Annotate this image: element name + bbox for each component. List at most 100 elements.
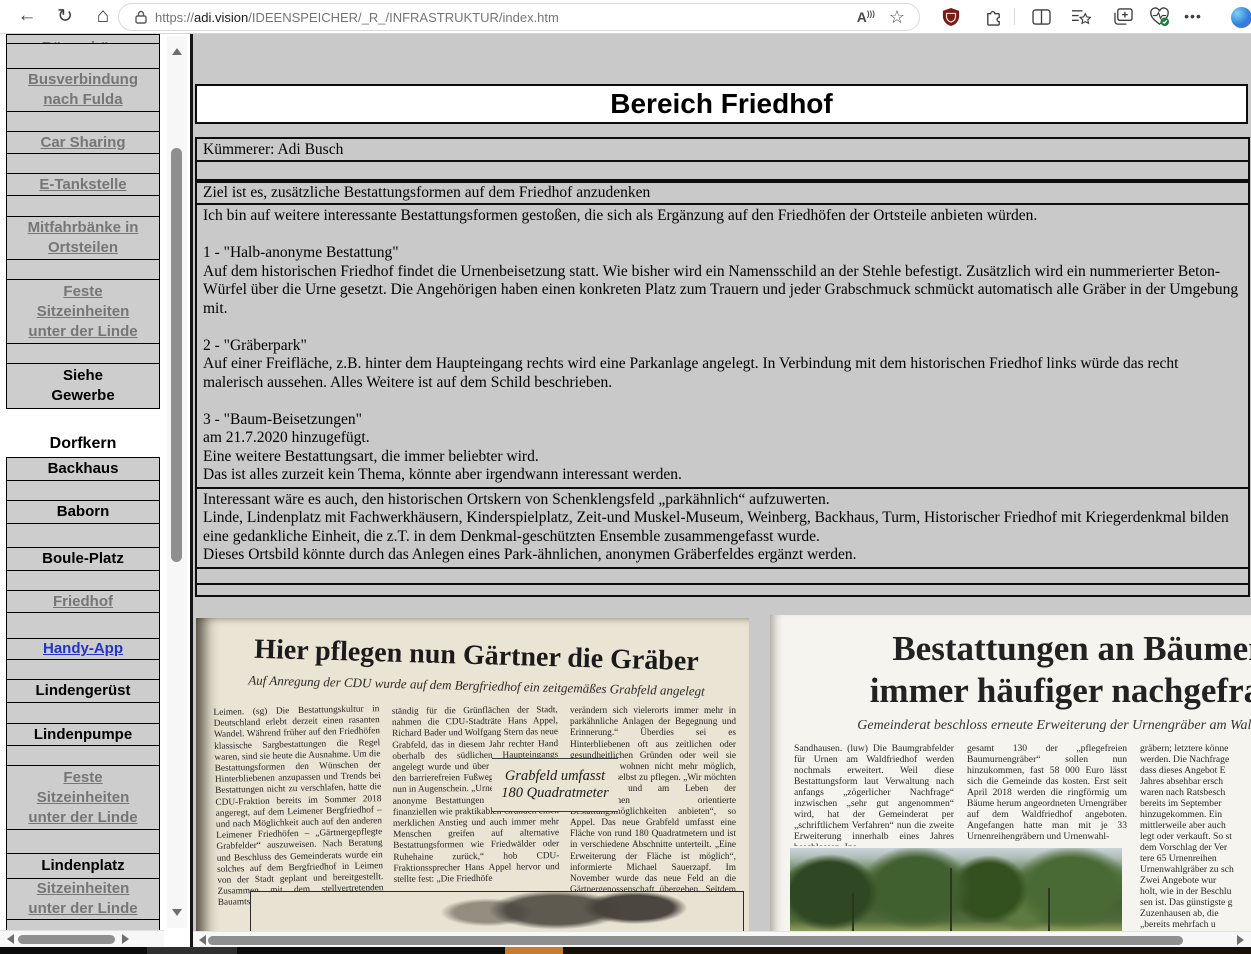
toolbar-separator — [1014, 8, 1015, 25]
scroll-right-arrow-icon[interactable] — [122, 934, 129, 944]
url-text[interactable]: https://adi.vision/IDEENSPEICHER/_R_/INF… — [155, 10, 559, 25]
sidebar-item-baborn: Baborn — [7, 501, 159, 524]
ublock-shield-icon[interactable] — [938, 4, 964, 30]
sidebar-spacer — [7, 703, 159, 724]
paragraph — [203, 226, 1242, 245]
address-bar[interactable]: https://adi.vision/IDEENSPEICHER/_R_/INF… — [118, 3, 920, 31]
body-paragraphs: Ich bin auf weitere interessante Bestatt… — [197, 205, 1248, 489]
sidebar-item-lindenplatz: Lindenplatz — [7, 854, 159, 879]
sidebar-item-buergerbuero[interactable]: Bürgerbüro — [7, 35, 159, 44]
closing-line: Interessant wäre es auch, den historisch… — [203, 491, 1242, 510]
sidebar-heading-dorfkern: Dorfkern — [6, 409, 160, 457]
newspaper-image-baumbestattung: Bestattungen an Bäumen immer häufiger na… — [770, 615, 1251, 947]
back-icon[interactable]: ← — [12, 1, 42, 31]
article1-headline: Hier pflegen nun Gärtner die Gräber — [224, 633, 730, 679]
browser-toolbar: ← ↻ ⌂ https://adi.vision/IDEENSPEICHER/_… — [0, 0, 1251, 34]
sidebar-item-feste-sitzeinheiten-2[interactable]: Feste Sitzeinheiten unter der Linde — [7, 766, 159, 830]
sidebar-spacer — [7, 830, 159, 854]
favorites-bar-icon[interactable] — [1068, 4, 1094, 30]
main-horizontal-scrollbar[interactable] — [193, 931, 1251, 947]
empty-row — [197, 585, 1248, 595]
taskbar-segment — [563, 947, 1251, 954]
sidebar-item-friedhof[interactable]: Friedhof — [7, 591, 159, 613]
paragraph: 3 - "Baum-Beisetzungen" — [203, 411, 1242, 430]
sidebar-item-lindengeruest: Lindengerüst — [7, 680, 159, 703]
closing-line: Linde, Lindenplatz mit Fachwerkhäusern, … — [203, 509, 1242, 546]
sidebar-item-handy-app[interactable]: Handy-App — [7, 639, 159, 660]
article1-pull-quote: Grabfeld umfasst 180 Quadratmeter — [492, 758, 618, 812]
empty-row — [197, 162, 1248, 179]
collections-icon[interactable] — [1110, 4, 1136, 30]
sidebar-vertical-scrollbar[interactable] — [167, 36, 187, 928]
split-screen-icon[interactable] — [1028, 4, 1054, 30]
article2-column-2: gesamt 130 der „pflegefreien Baumurnengr… — [967, 743, 1127, 846]
paragraph: 2 - "Gräberpark" — [203, 337, 1242, 356]
closing-paragraphs: Interessant wäre es auch, den historisch… — [197, 489, 1248, 569]
sidebar-scrollbar-thumb[interactable] — [171, 148, 182, 562]
sidebar-item-busverbindung[interactable]: Busverbindung nach Fulda — [7, 69, 159, 112]
refresh-icon[interactable]: ↻ — [50, 1, 80, 31]
scroll-left-arrow-icon[interactable] — [7, 934, 14, 944]
sidebar-spacer — [7, 746, 159, 766]
more-menu-icon[interactable]: ••• — [1178, 1, 1208, 31]
sidebar-spacer — [7, 154, 159, 174]
scroll-up-arrow-icon[interactable] — [172, 48, 182, 55]
paragraph — [203, 392, 1242, 411]
sidebar-horizontal-scrollbar[interactable] — [0, 930, 164, 947]
favorite-star-icon[interactable]: ☆ — [889, 7, 905, 28]
copilot-icon[interactable] — [1228, 4, 1251, 30]
sidebar-item-car-sharing[interactable]: Car Sharing — [7, 132, 159, 154]
sidebar-item-mitfahrbaenke[interactable]: Mitfahrbänke in Ortsteilen — [7, 217, 159, 260]
paragraph: Eine weitere Bestattungsart, die immer b… — [203, 448, 1242, 467]
paragraph: 1 - "Halb-anonyme Bestattung" — [203, 244, 1242, 263]
sidebar-item-lindenpumpe: Lindenpumpe — [7, 724, 159, 746]
sidebar-item-sitzeinheiten-linde[interactable]: Sitzeinheiten unter der Linde — [7, 879, 159, 920]
scroll-left-arrow-icon[interactable] — [199, 935, 206, 945]
caretaker-table: Kümmerer: Adi Busch — [195, 137, 1250, 181]
sidebar-item-backhaus: Backhaus — [7, 458, 159, 481]
article2-subhead: Gemeinderat beschloss erneute Erweiterun… — [790, 718, 1251, 734]
paragraph: am 21.7.2020 hinzugefügt. — [203, 429, 1242, 448]
extensions-puzzle-icon[interactable] — [980, 4, 1006, 30]
paragraph: Das ist alles zurzeit kein Thema, könnte… — [203, 466, 1242, 485]
bottom-taskbar-sliver — [0, 947, 1251, 954]
lock-icon — [135, 10, 147, 24]
scroll-down-arrow-icon[interactable] — [172, 909, 182, 916]
sidebar-item-boule-platz: Boule-Platz — [7, 548, 159, 571]
sidebar-spacer — [7, 571, 159, 591]
tree-trunk — [950, 868, 952, 938]
paragraph: Ich bin auf weitere interessante Bestatt… — [203, 207, 1242, 226]
article2-headline-line1: Bestattungen an Bäumen — [790, 629, 1251, 669]
sidebar-spacer — [7, 260, 159, 280]
browser-essentials-icon[interactable] — [1146, 4, 1172, 30]
caretaker-row: Kümmerer: Adi Busch — [197, 139, 1248, 162]
sidebar-item-feste-sitzeinheiten-1[interactable]: Feste Sitzeinheiten unter der Linde — [7, 280, 159, 344]
sidebar-spacer — [7, 196, 159, 217]
sidebar-spacer — [7, 112, 159, 132]
paragraph — [203, 318, 1242, 337]
sidebar-table-infrastruktur: Bürgerbüro Busverbindung nach Fulda Car … — [6, 34, 160, 409]
description-table: Ziel ist es, zusätzliche Bestattungsform… — [195, 181, 1250, 597]
goal-row: Ziel ist es, zusätzliche Bestattungsform… — [197, 183, 1248, 205]
paragraph: Auf dem historischen Friedhof findet die… — [203, 263, 1242, 319]
sidebar-spacer — [7, 524, 159, 548]
article2-headline-line2: immer häufiger nachgefragt — [790, 671, 1251, 711]
sidebar-item-siehe-gewerbe: Siehe Gewerbe — [7, 364, 159, 409]
sidebar-spacer — [7, 613, 159, 639]
article2-column-1: Sandhausen. (luw) Die Baumgrabfelder für… — [794, 743, 954, 846]
read-aloud-icon[interactable]: A))) — [857, 9, 875, 25]
scroll-right-arrow-icon[interactable] — [1237, 935, 1244, 945]
browser-window: { "browser": { "url": { "scheme": "https… — [0, 0, 1251, 954]
home-icon[interactable]: ⌂ — [88, 1, 118, 31]
sidebar-table-dorfkern: Backhaus Baborn Boule-Platz Friedhof Han… — [6, 457, 160, 935]
empty-row — [197, 569, 1248, 585]
sidebar-item-e-tankstelle[interactable]: E-Tankstelle — [7, 174, 159, 196]
sidebar-spacer — [7, 660, 159, 680]
sidebar-spacer — [7, 481, 159, 501]
sidebar-hscrollbar-thumb[interactable] — [18, 935, 115, 944]
main-hscrollbar-thumb[interactable] — [208, 936, 1183, 945]
sidebar-spacer — [7, 44, 159, 69]
closing-line: Dieses Ortsbild könnte durch das Anlegen… — [203, 546, 1242, 565]
navigation-sidebar: Bürgerbüro Busverbindung nach Fulda Car … — [0, 34, 190, 947]
sidebar-spacer — [7, 344, 159, 364]
